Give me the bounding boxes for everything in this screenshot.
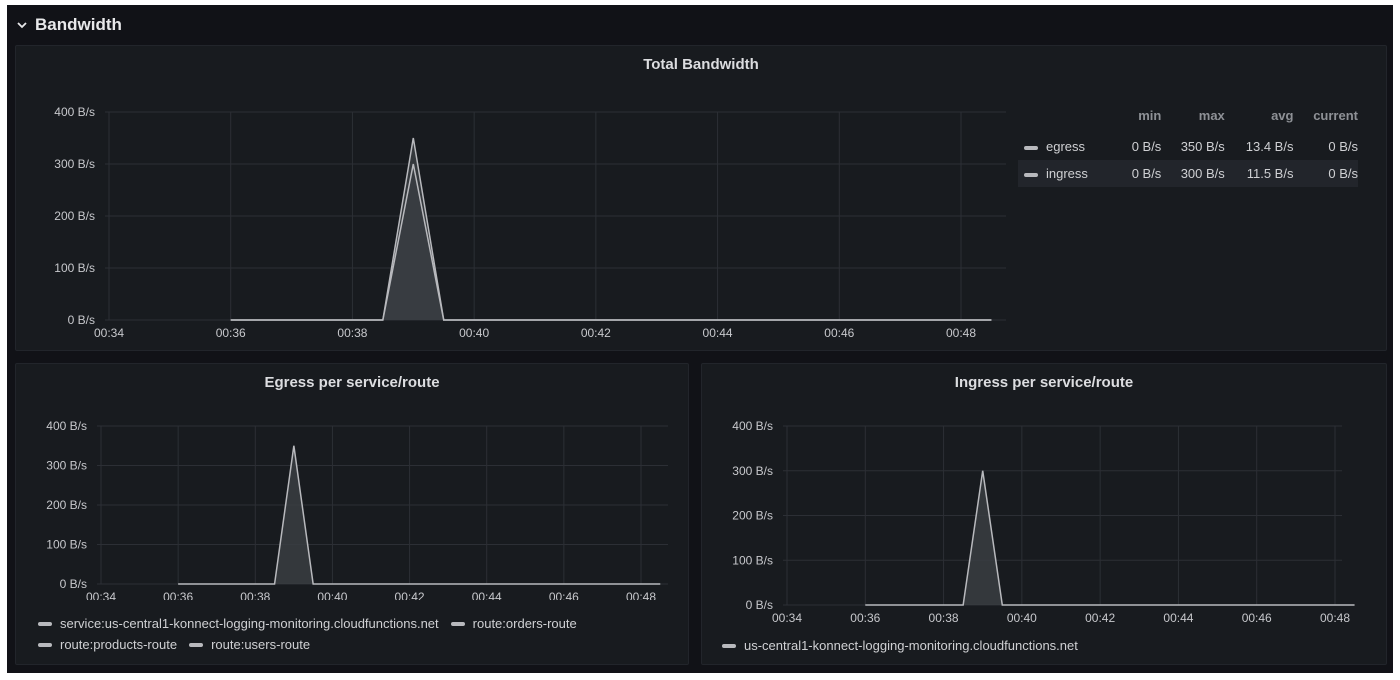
panel-total-bandwidth[interactable]: Total Bandwidth 0 B/s 100 B/s 200 B/s 300 B… xyxy=(15,45,1387,351)
y-tick-label: 400 B/s xyxy=(46,419,87,433)
legend-header-min[interactable]: min xyxy=(1119,108,1161,133)
legend: service:us-central1-konnect-logging-moni… xyxy=(38,616,678,652)
y-tick-label: 300 B/s xyxy=(732,464,773,478)
legend: us-central1-konnect-logging-monitoring.c… xyxy=(722,638,1362,653)
legend-series-name: service:us-central1-konnect-logging-moni… xyxy=(60,616,439,631)
y-tick-label: 400 B/s xyxy=(732,419,773,433)
y-tick-label: 0 B/s xyxy=(60,577,87,591)
total-bandwidth-chart[interactable]: 0 B/s 100 B/s 200 B/s 300 B/s 400 B/s 00:34 00… xyxy=(16,46,1016,350)
series-swatch xyxy=(189,642,204,647)
row-title: Bandwidth xyxy=(35,15,122,34)
x-tick-label: 00:46 xyxy=(1242,611,1272,624)
x-tick-label: 00:46 xyxy=(824,326,854,340)
legend-value-current: 0 B/s xyxy=(1328,139,1358,154)
legend-item[interactable]: service:us-central1-konnect-logging-moni… xyxy=(38,616,439,631)
x-tick-label: 00:44 xyxy=(472,590,502,600)
legend-header-max[interactable]: max xyxy=(1161,108,1225,133)
x-tick-label: 00:34 xyxy=(94,326,124,340)
legend-series-name: us-central1-konnect-logging-monitoring.c… xyxy=(744,638,1078,653)
x-tick-label: 00:42 xyxy=(1085,611,1115,624)
legend-header-current[interactable]: current xyxy=(1293,108,1358,133)
x-tick-label: 00:38 xyxy=(240,590,270,600)
x-tick-label: 00:38 xyxy=(337,326,367,340)
series-swatch xyxy=(38,642,52,647)
y-tick-label: 0 B/s xyxy=(746,598,773,612)
legend-header-avg[interactable]: avg xyxy=(1225,108,1293,133)
y-tick-label: 200 B/s xyxy=(46,498,87,512)
series-swatch xyxy=(450,621,465,626)
series-area xyxy=(865,470,1355,605)
legend-series-name: route:users-route xyxy=(211,637,311,652)
legend-item[interactable]: route:products-route xyxy=(38,637,177,652)
legend-value-min: 0 B/s xyxy=(1131,139,1162,154)
x-tick-label: 00:44 xyxy=(703,326,733,340)
series-swatch xyxy=(1024,145,1038,150)
legend-value-avg: 13.4 B/s xyxy=(1245,139,1294,154)
series-line xyxy=(178,445,661,585)
y-tick-label: 100 B/s xyxy=(46,538,87,552)
series-area xyxy=(230,138,992,320)
y-tick-label: 200 B/s xyxy=(54,209,95,223)
x-tick-label: 00:48 xyxy=(626,590,656,600)
x-tick-label: 00:48 xyxy=(1320,611,1350,624)
legend-item[interactable]: route:users-route xyxy=(189,637,310,652)
legend-table: min max avg current egress 0 B/s 350 B/s… xyxy=(1018,108,1358,187)
y-tick-label: 100 B/s xyxy=(54,261,95,275)
legend-series-name: egress xyxy=(1046,139,1086,154)
series-swatch xyxy=(38,621,52,626)
legend-value-avg: 11.5 B/s xyxy=(1224,160,1294,187)
x-tick-label: 00:48 xyxy=(946,326,976,340)
ingress-chart[interactable]: 0 B/s 100 B/s 200 B/s 300 B/s 400 B/s 00:34 00… xyxy=(702,364,1386,624)
panel-ingress[interactable]: Ingress per service/route 0 B/s 100 B/s 20… xyxy=(701,363,1387,665)
series-line xyxy=(230,137,992,321)
dashboard: Bandwidth Total Bandwidth 0 B/s 100 B/s 20… xyxy=(7,5,1393,673)
x-tick-label: 00:40 xyxy=(459,326,489,340)
legend-row-egress[interactable]: egress 0 B/s 350 B/s 13.4 B/s 0 B/s xyxy=(1018,133,1358,160)
legend-row-ingress[interactable]: ingress 0 B/s 300 B/s 11.5 B/s 0 B/s xyxy=(1018,160,1358,187)
legend-item[interactable]: us-central1-konnect-logging-monitoring.c… xyxy=(722,638,1078,653)
x-tick-label: 00:42 xyxy=(395,590,425,600)
y-tick-label: 400 B/s xyxy=(54,105,95,119)
x-tick-label: 00:36 xyxy=(163,590,193,600)
legend-series-name: route:products-route xyxy=(60,637,178,652)
x-tick-label: 00:38 xyxy=(929,611,959,624)
x-tick-label: 00:36 xyxy=(216,326,246,340)
panel-egress[interactable]: Egress per service/route 0 B/s 100 B/s 200… xyxy=(15,363,689,665)
legend-item[interactable]: route:orders-route xyxy=(450,616,577,631)
legend-value-min: 0 B/s xyxy=(1118,160,1162,187)
series-swatch xyxy=(722,643,736,648)
chevron-down-icon xyxy=(17,22,27,29)
series-line xyxy=(865,470,1355,606)
legend-value-current: 0 B/s xyxy=(1293,160,1358,187)
x-tick-label: 00:44 xyxy=(1163,611,1193,624)
y-tick-label: 300 B/s xyxy=(54,157,95,171)
legend-series-name: route:orders-route xyxy=(472,616,577,631)
x-tick-label: 00:34 xyxy=(86,590,116,600)
x-tick-label: 00:42 xyxy=(581,326,611,340)
egress-chart[interactable]: 0 B/s 100 B/s 200 B/s 300 B/s 400 B/s 00:34 00… xyxy=(16,364,688,600)
y-tick-label: 200 B/s xyxy=(732,509,773,523)
x-tick-label: 00:40 xyxy=(1007,611,1037,624)
y-tick-label: 0 B/s xyxy=(68,313,95,327)
x-tick-label: 00:46 xyxy=(549,590,579,600)
series-line xyxy=(230,163,992,321)
legend-series-name: ingress xyxy=(1046,166,1088,181)
legend-value-max: 350 B/s xyxy=(1180,139,1225,154)
series-area xyxy=(230,164,992,320)
x-tick-label: 00:34 xyxy=(772,611,802,624)
row-header-bandwidth[interactable]: Bandwidth xyxy=(15,11,122,39)
series-area xyxy=(178,445,661,584)
series-swatch xyxy=(1024,172,1038,177)
y-tick-label: 300 B/s xyxy=(46,459,87,473)
x-tick-label: 00:40 xyxy=(317,590,347,600)
legend-value-max: 300 B/s xyxy=(1161,160,1225,187)
y-tick-label: 100 B/s xyxy=(732,553,773,567)
x-tick-label: 00:36 xyxy=(850,611,880,624)
